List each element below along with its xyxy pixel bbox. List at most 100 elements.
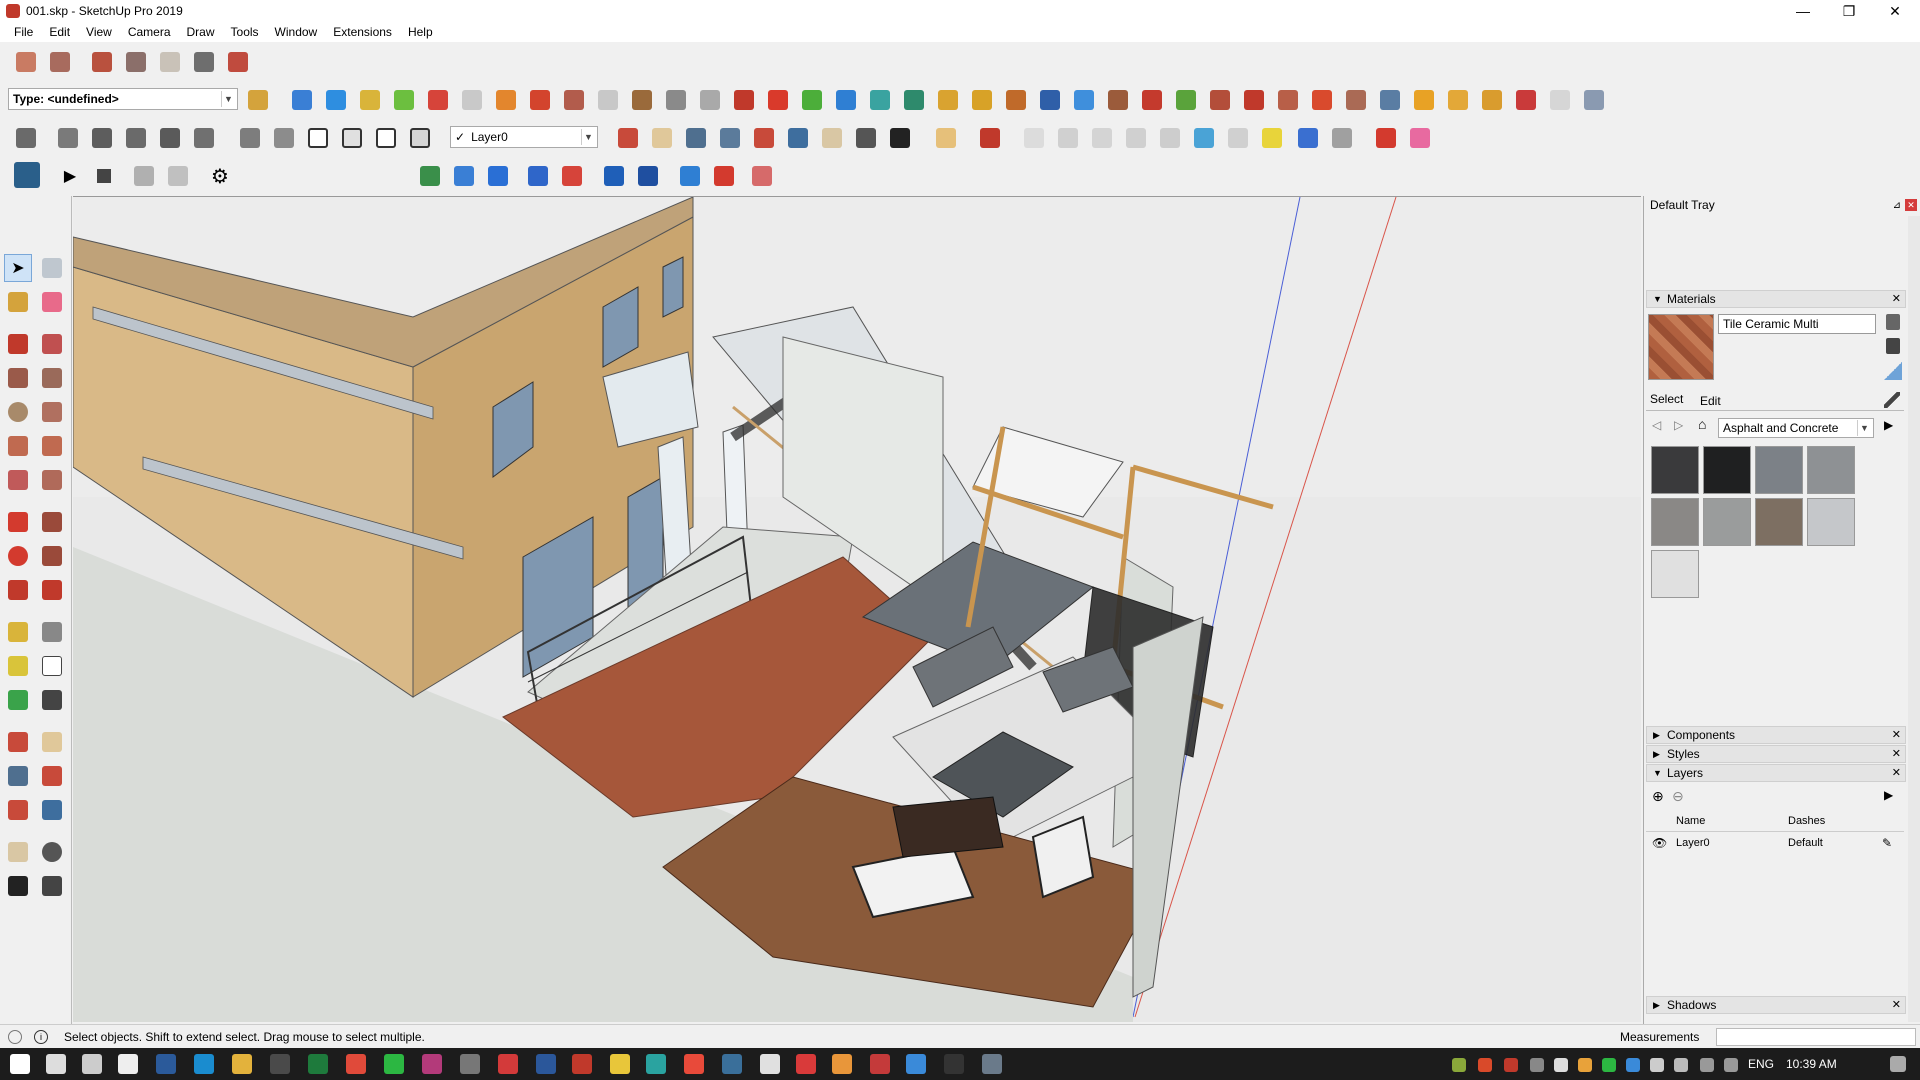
lumion-logo-icon[interactable] (12, 160, 42, 190)
components-icon[interactable] (12, 124, 40, 152)
tray-app6-icon[interactable] (1674, 1058, 1688, 1072)
follow-me-icon[interactable] (38, 542, 66, 570)
store-icon[interactable] (270, 1054, 290, 1074)
protractor-icon[interactable] (4, 652, 32, 680)
notifications-icon[interactable] (1890, 1056, 1906, 1072)
three-point-arc-icon[interactable] (4, 466, 32, 494)
bend-icon[interactable] (662, 86, 690, 114)
app8-icon[interactable] (982, 1054, 1002, 1074)
menu-help[interactable]: Help (400, 22, 441, 42)
pencil-icon[interactable]: ✎ (1882, 836, 1892, 850)
material-swatch[interactable] (1755, 446, 1803, 494)
previous-view-icon[interactable] (38, 796, 66, 824)
menu-file[interactable]: File (6, 22, 41, 42)
rotate-orange-icon[interactable] (492, 86, 520, 114)
paint-icon[interactable] (88, 48, 116, 76)
close-icon[interactable]: ✕ (1892, 998, 1901, 1011)
photoshop-icon[interactable] (156, 1054, 176, 1074)
info-icon[interactable]: i (34, 1029, 48, 1044)
cross-icon[interactable] (1512, 86, 1540, 114)
bezier-icon[interactable] (730, 86, 758, 114)
file-explorer-icon[interactable] (232, 1054, 252, 1074)
house-front-icon[interactable] (338, 124, 366, 152)
bridge-icon[interactable] (944, 1054, 964, 1074)
close-icon[interactable]: ✕ (1892, 766, 1901, 779)
group-icon[interactable] (1240, 86, 1268, 114)
details-arrow-icon[interactable]: ▶ (1884, 418, 1893, 432)
lasso-icon[interactable] (968, 86, 996, 114)
material-swatch[interactable] (1651, 498, 1699, 546)
close-icon[interactable]: ✕ (1892, 292, 1901, 305)
components-section-header[interactable]: ▶ Components ✕ (1646, 726, 1906, 744)
excel-icon[interactable] (308, 1054, 328, 1074)
sample-paint-icon[interactable] (1884, 362, 1902, 380)
window-grid-icon[interactable] (1410, 86, 1438, 114)
menu-draw[interactable]: Draw (179, 22, 223, 42)
group-b-icon[interactable] (88, 124, 116, 152)
extrude-arc-icon[interactable] (1190, 124, 1218, 152)
explode-icon[interactable] (1206, 86, 1234, 114)
star-icon[interactable] (1070, 86, 1098, 114)
extrude-para-icon[interactable] (1156, 124, 1184, 152)
shape-grey-icon[interactable] (1328, 124, 1356, 152)
dimension-icon[interactable] (38, 618, 66, 646)
select-arrow-icon[interactable]: ➤ (4, 254, 32, 282)
rotate-red-icon[interactable] (710, 162, 738, 190)
app4-icon[interactable] (646, 1054, 666, 1074)
remove-layer-icon[interactable]: ⊖ (1672, 788, 1684, 805)
layer-combo[interactable]: ✓ Layer0 ▼ (450, 126, 598, 148)
menu-camera[interactable]: Camera (120, 22, 179, 42)
material-swatch[interactable] (1703, 446, 1751, 494)
plane-red-icon[interactable] (424, 86, 452, 114)
tree-icon[interactable] (900, 86, 928, 114)
eye-icon[interactable] (38, 838, 66, 866)
look-around-icon[interactable] (852, 124, 880, 152)
opera-icon[interactable] (870, 1054, 890, 1074)
3d-text-tool-icon[interactable] (38, 686, 66, 714)
material-library-combo[interactable]: Asphalt and Concrete ▼ (1718, 418, 1874, 438)
grid-icon[interactable] (46, 48, 74, 76)
task-view-icon[interactable] (82, 1054, 102, 1074)
gear-icon[interactable]: ⚙ (206, 162, 234, 190)
sandbox-icon[interactable] (932, 124, 960, 152)
arc-icon[interactable] (4, 432, 32, 460)
position-camera-icon[interactable] (818, 124, 846, 152)
rotate-blue-icon[interactable] (676, 162, 704, 190)
menu-extensions[interactable]: Extensions (325, 22, 400, 42)
close-icon[interactable]: ✕ (1892, 728, 1901, 741)
add-layer-icon[interactable]: ⊕ (1652, 788, 1664, 805)
tray-scrollbar[interactable] (1908, 216, 1920, 1022)
position-camera-tool-icon[interactable] (4, 838, 32, 866)
arrow-red-icon[interactable] (1372, 124, 1400, 152)
curve-icon[interactable] (696, 86, 724, 114)
word-icon[interactable] (536, 1054, 556, 1074)
pan-tool-icon[interactable] (38, 728, 66, 756)
app3-icon[interactable] (498, 1054, 518, 1074)
sticky-notes-icon[interactable] (610, 1054, 630, 1074)
app5-icon[interactable] (722, 1054, 742, 1074)
calculator-icon[interactable] (118, 1054, 138, 1074)
scale-tool-icon[interactable] (4, 576, 32, 604)
eyedropper-icon[interactable] (1884, 392, 1900, 408)
materials-section-header[interactable]: ▼ Materials ✕ (1646, 290, 1906, 308)
group-a-icon[interactable] (54, 124, 82, 152)
group2-icon[interactable] (1274, 86, 1302, 114)
lasso-red-icon[interactable] (1002, 86, 1030, 114)
tape-measure-icon[interactable] (4, 618, 32, 646)
tray-app3-icon[interactable] (1530, 1058, 1544, 1072)
axes-icon[interactable] (4, 686, 32, 714)
layers-section-header[interactable]: ▼ Layers ✕ (1646, 764, 1906, 782)
footprints-icon[interactable] (4, 872, 32, 900)
layers-details-arrow-icon[interactable]: ▶ (1884, 788, 1893, 802)
ornament-icon[interactable] (1342, 86, 1370, 114)
dotted-curve-icon[interactable] (1546, 86, 1574, 114)
group-e-icon[interactable] (190, 124, 218, 152)
flip-icon[interactable] (450, 162, 478, 190)
model-viewport[interactable] (73, 196, 1641, 1022)
eraser-icon[interactable] (38, 288, 66, 316)
material-swatch[interactable] (1651, 550, 1699, 598)
minimize-button[interactable]: — (1780, 0, 1826, 22)
make-component-icon[interactable] (38, 254, 66, 282)
menu-view[interactable]: View (78, 22, 120, 42)
paint-bucket-icon[interactable] (4, 288, 32, 316)
